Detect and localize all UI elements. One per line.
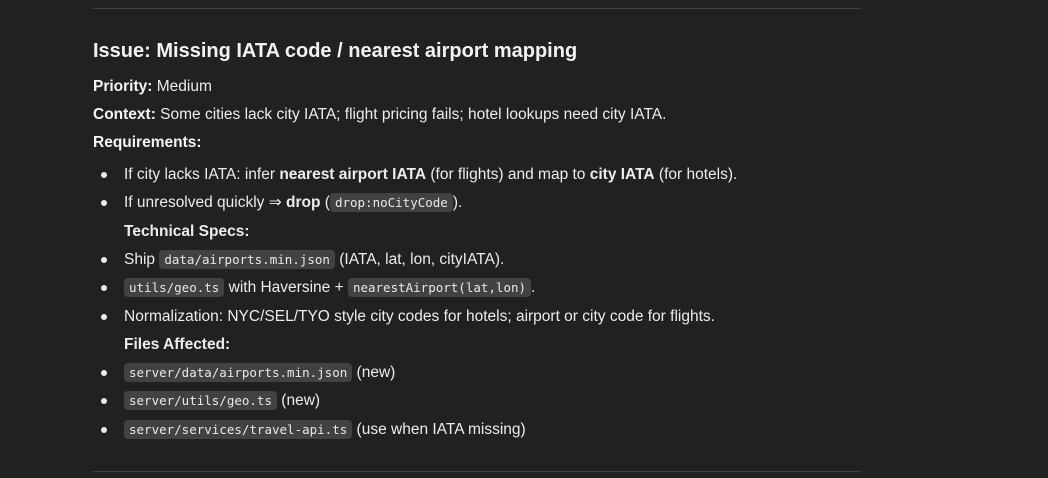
tech-spec-text: with Haversine +: [224, 279, 348, 296]
file-path-code: server/data/airports.min.json: [124, 363, 353, 382]
files-affected-heading: Files Affected:: [124, 336, 231, 353]
bullet-icon: [101, 257, 107, 263]
requirements-heading: Requirements:: [93, 132, 202, 154]
priority-line: Priority: Medium: [93, 76, 212, 98]
file-path-code: server/services/travel-api.ts: [124, 420, 353, 439]
tech-spec-item: utils/geo.ts with Haversine + nearestAir…: [101, 277, 536, 299]
file-item: server/utils/geo.ts (new): [101, 390, 321, 412]
tech-spec-item: Ship data/airports.min.json (IATA, lat, …: [101, 249, 505, 271]
requirement-text: (for flights) and map to: [426, 166, 590, 183]
context-label: Context:: [93, 106, 156, 123]
tech-spec-text: (IATA, lat, lon, cityIATA).: [334, 251, 505, 268]
requirement-bold: city IATA: [589, 166, 655, 183]
tech-specs-heading: Technical Specs:: [124, 223, 250, 240]
tech-spec-text: Normalization: NYC/SEL/TYO style city co…: [124, 308, 715, 325]
context-line: Context: Some cities lack city IATA; fli…: [93, 104, 666, 126]
requirements-label: Requirements:: [93, 134, 202, 151]
bullet-icon: [101, 427, 107, 433]
requirement-bold: drop: [286, 194, 321, 211]
inline-code: nearestAirport(lat,lon): [347, 278, 532, 297]
bottom-divider: [93, 471, 861, 472]
requirement-text: If unresolved quickly ⇒: [124, 194, 287, 211]
top-divider: [93, 8, 861, 9]
inline-code: utils/geo.ts: [124, 278, 225, 297]
priority-label: Priority:: [93, 78, 153, 95]
file-path-code: server/utils/geo.ts: [124, 391, 277, 410]
bullet-icon: [101, 200, 107, 206]
file-note: (new): [277, 392, 321, 409]
requirement-text: (: [320, 194, 330, 211]
bullet-icon: [101, 172, 107, 178]
file-item: server/data/airports.min.json (new): [101, 362, 396, 384]
bullet-icon: [101, 398, 107, 404]
file-item: server/services/travel-api.ts (use when …: [101, 419, 526, 441]
file-note: (new): [352, 364, 396, 381]
requirement-item: If city lacks IATA: infer nearest airpor…: [101, 164, 738, 186]
issue-title: Issue: Missing IATA code / nearest airpo…: [93, 40, 578, 62]
context-value: Some cities lack city IATA; flight prici…: [160, 106, 667, 123]
tech-spec-text: .: [531, 279, 536, 296]
file-note: (use when IATA missing): [352, 421, 526, 438]
priority-value: Medium: [156, 78, 212, 95]
inline-code: data/airports.min.json: [159, 250, 335, 269]
requirement-text: If city lacks IATA: infer: [124, 166, 280, 183]
inline-code: drop:noCityCode: [329, 193, 453, 212]
tech-spec-text: Ship: [124, 251, 160, 268]
bullet-icon: [101, 314, 107, 320]
requirement-text: ).: [452, 194, 463, 211]
requirement-item: If unresolved quickly ⇒ drop (drop:noCit…: [101, 192, 463, 214]
bullet-icon: [101, 370, 107, 376]
tech-spec-item: Normalization: NYC/SEL/TYO style city co…: [101, 306, 715, 328]
bullet-icon: [101, 285, 107, 291]
requirement-bold: nearest airport IATA: [279, 166, 427, 183]
requirement-text: (for hotels).: [654, 166, 738, 183]
